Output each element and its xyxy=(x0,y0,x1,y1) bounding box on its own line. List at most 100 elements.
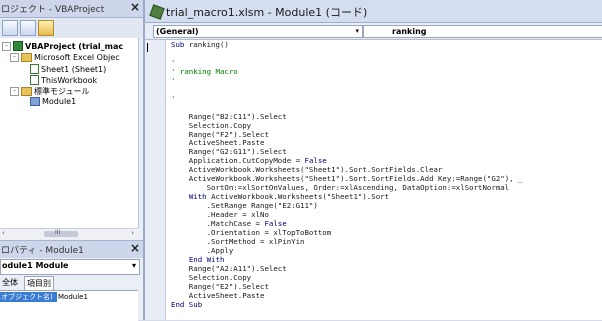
object-combo-value: (General) xyxy=(156,27,199,36)
code-window-title: trial_macro1.xlsm - Module1 (コード) xyxy=(166,6,368,19)
code-line[interactable]: ' ranking Macro xyxy=(171,66,238,76)
code-line[interactable]: SortOn:=xlSortOnValues, Order:=xlAscendi… xyxy=(171,183,510,193)
code-line[interactable]: Range("A2:A11").Select xyxy=(171,263,287,273)
code-line[interactable]: Application.CutCopyMode = False xyxy=(171,157,327,165)
text-cursor xyxy=(147,43,148,52)
tree-item-vbaproject[interactable]: - VBAProject (trial_mac xyxy=(2,41,123,51)
margin-indicator-bar xyxy=(145,40,166,320)
code-line[interactable]: .SetRange Range("E2:G11") xyxy=(171,202,318,210)
code-token: False xyxy=(264,219,287,228)
project-toolbar xyxy=(0,18,143,38)
properties-grid: オブジェクト名) Module1 xyxy=(0,290,138,321)
collapse-icon[interactable]: - xyxy=(10,53,19,62)
tree-item-sheet1[interactable]: Sheet1 (Sheet1) xyxy=(30,64,106,74)
module-icon xyxy=(30,97,40,106)
property-value[interactable]: Module1 xyxy=(58,292,88,302)
code-line[interactable]: .Orientation = xlTopToBottom xyxy=(171,227,332,237)
tab-all[interactable]: 全体 xyxy=(0,276,20,289)
properties-tabs: 全体 項目別 xyxy=(0,276,138,290)
scroll-grip: III xyxy=(55,229,61,236)
code-token: ActiveWorkbook.Worksheets("Sheet1").Sort xyxy=(206,192,390,202)
code-token: SortOn:=xlSortOnValues, Order:=xlAscendi… xyxy=(171,183,510,193)
tree-item-standard-modules[interactable]: - 標準モジュール xyxy=(10,86,89,97)
code-token: .SortMethod = xlPinYin xyxy=(171,236,305,246)
code-token: Range("A2:A11").Select xyxy=(171,263,287,273)
code-token: False xyxy=(304,156,327,166)
close-icon[interactable]: × xyxy=(130,0,140,14)
project-tree: - VBAProject (trial_mac - Microsoft Exce… xyxy=(0,38,139,228)
collapse-icon[interactable]: - xyxy=(2,41,11,51)
code-line[interactable]: ActiveWorkbook.Worksheets("Sheet1").Sort… xyxy=(171,165,443,175)
chevron-down-icon[interactable]: ▾ xyxy=(132,261,136,270)
chevron-down-icon[interactable]: ▾ xyxy=(355,26,359,37)
close-icon[interactable]: × xyxy=(130,241,140,255)
code-line[interactable]: ActiveSheet.Paste xyxy=(171,139,265,147)
code-token: Sub xyxy=(171,41,185,49)
code-token: ranking() xyxy=(184,41,229,49)
scroll-left-icon[interactable]: ‹ xyxy=(2,229,5,237)
left-pane: ロジェクト - VBAProject × - VBAProject (trial… xyxy=(0,0,143,321)
code-line[interactable]: .Apply xyxy=(171,246,234,255)
procedure-combo[interactable]: ranking xyxy=(363,25,602,38)
code-line[interactable]: Range("B2:C11").Select xyxy=(171,112,287,121)
tree-item-label: 標準モジュール xyxy=(34,87,90,96)
code-line[interactable]: End Sub xyxy=(171,300,202,309)
folder-icon xyxy=(21,87,32,96)
property-name[interactable]: オブジェクト名) xyxy=(0,292,57,302)
project-explorer-title: ロジェクト - VBAProject xyxy=(1,5,105,15)
code-line[interactable]: ' xyxy=(171,57,176,67)
tree-item-thisworkbook[interactable]: ThisWorkbook xyxy=(30,75,97,85)
tree-item-label: ThisWorkbook xyxy=(41,75,98,85)
code-token: Selection.Copy xyxy=(171,120,252,130)
macro-icon xyxy=(149,4,165,20)
object-select[interactable]: odule1 Module ▾ xyxy=(0,259,140,275)
code-token: ActiveWorkbook.Worksheets("Sheet1").Sort… xyxy=(171,165,443,175)
code-line[interactable]: .MatchCase = False xyxy=(171,220,287,228)
code-line[interactable]: Range("F2").Select xyxy=(171,130,269,139)
code-token: ActiveSheet.Paste xyxy=(171,290,265,300)
scroll-right-icon[interactable]: › xyxy=(131,229,134,237)
code-token: .Header = xlNo xyxy=(171,210,269,220)
code-line[interactable]: Sub ranking() xyxy=(171,41,229,49)
code-window: trial_macro1.xlsm - Module1 (コード) (Gener… xyxy=(145,0,602,320)
object-select-value: odule1 Module xyxy=(2,261,69,270)
sheet-icon xyxy=(30,64,39,74)
code-line[interactable]: End With xyxy=(171,254,225,264)
object-combo[interactable]: (General) ▾ xyxy=(153,25,363,38)
code-token: End With xyxy=(188,254,225,264)
tree-item-excel-objects[interactable]: - Microsoft Excel Objec xyxy=(10,53,120,62)
code-line[interactable]: Range("E2").Select xyxy=(171,282,269,291)
code-token: .Orientation = xlTopToBottom xyxy=(171,227,332,237)
procedure-combo-value: ranking xyxy=(392,27,427,36)
code-window-title-group: trial_macro1.xlsm - Module1 (コード) xyxy=(149,4,368,20)
code-combo-row: (General) ▾ ranking xyxy=(145,23,602,40)
tab-category[interactable]: 項目別 xyxy=(24,276,54,290)
view-code-button[interactable] xyxy=(2,20,18,36)
scrollbar-thumb[interactable] xyxy=(44,231,78,237)
code-line[interactable]: .Header = xlNo xyxy=(171,211,269,219)
collapse-icon[interactable]: - xyxy=(10,87,19,96)
properties-titlebar: ロパティ - Module1 × xyxy=(0,240,143,258)
code-line[interactable]: ' xyxy=(171,94,175,103)
tree-item-module1[interactable]: Module1 xyxy=(30,97,76,106)
code-token: ' xyxy=(171,57,176,67)
code-line[interactable]: Selection.Copy xyxy=(171,120,252,130)
code-editor[interactable]: Sub ranking() ' ' ranking Macro ' ' Range("B… xyxy=(171,41,602,320)
view-object-button[interactable] xyxy=(20,20,36,36)
project-horizontal-scrollbar[interactable]: ‹ III › xyxy=(0,228,138,239)
code-line[interactable]: ' xyxy=(171,76,175,85)
code-line[interactable]: .SortMethod = xlPinYin xyxy=(171,236,305,246)
code-token: Range("G2:G11").Select xyxy=(171,147,287,157)
code-token: With xyxy=(188,192,207,202)
code-line[interactable]: ActiveWorkbook.Worksheets("Sheet1").Sort… xyxy=(171,175,523,183)
tree-item-label: VBAProject (trial_mac xyxy=(25,41,124,51)
code-line[interactable]: Selection.Copy xyxy=(171,273,251,282)
toggle-folders-button[interactable] xyxy=(38,20,54,36)
code-line[interactable]: Range("G2:G11").Select xyxy=(171,148,287,156)
code-line[interactable]: ActiveSheet.Paste xyxy=(171,290,265,300)
project-explorer-titlebar: ロジェクト - VBAProject × xyxy=(0,0,143,18)
code-token: ' ranking Macro xyxy=(171,66,238,76)
code-line[interactable]: With ActiveWorkbook.Worksheets("Sheet1")… xyxy=(171,193,389,201)
folder-icon xyxy=(21,53,32,62)
